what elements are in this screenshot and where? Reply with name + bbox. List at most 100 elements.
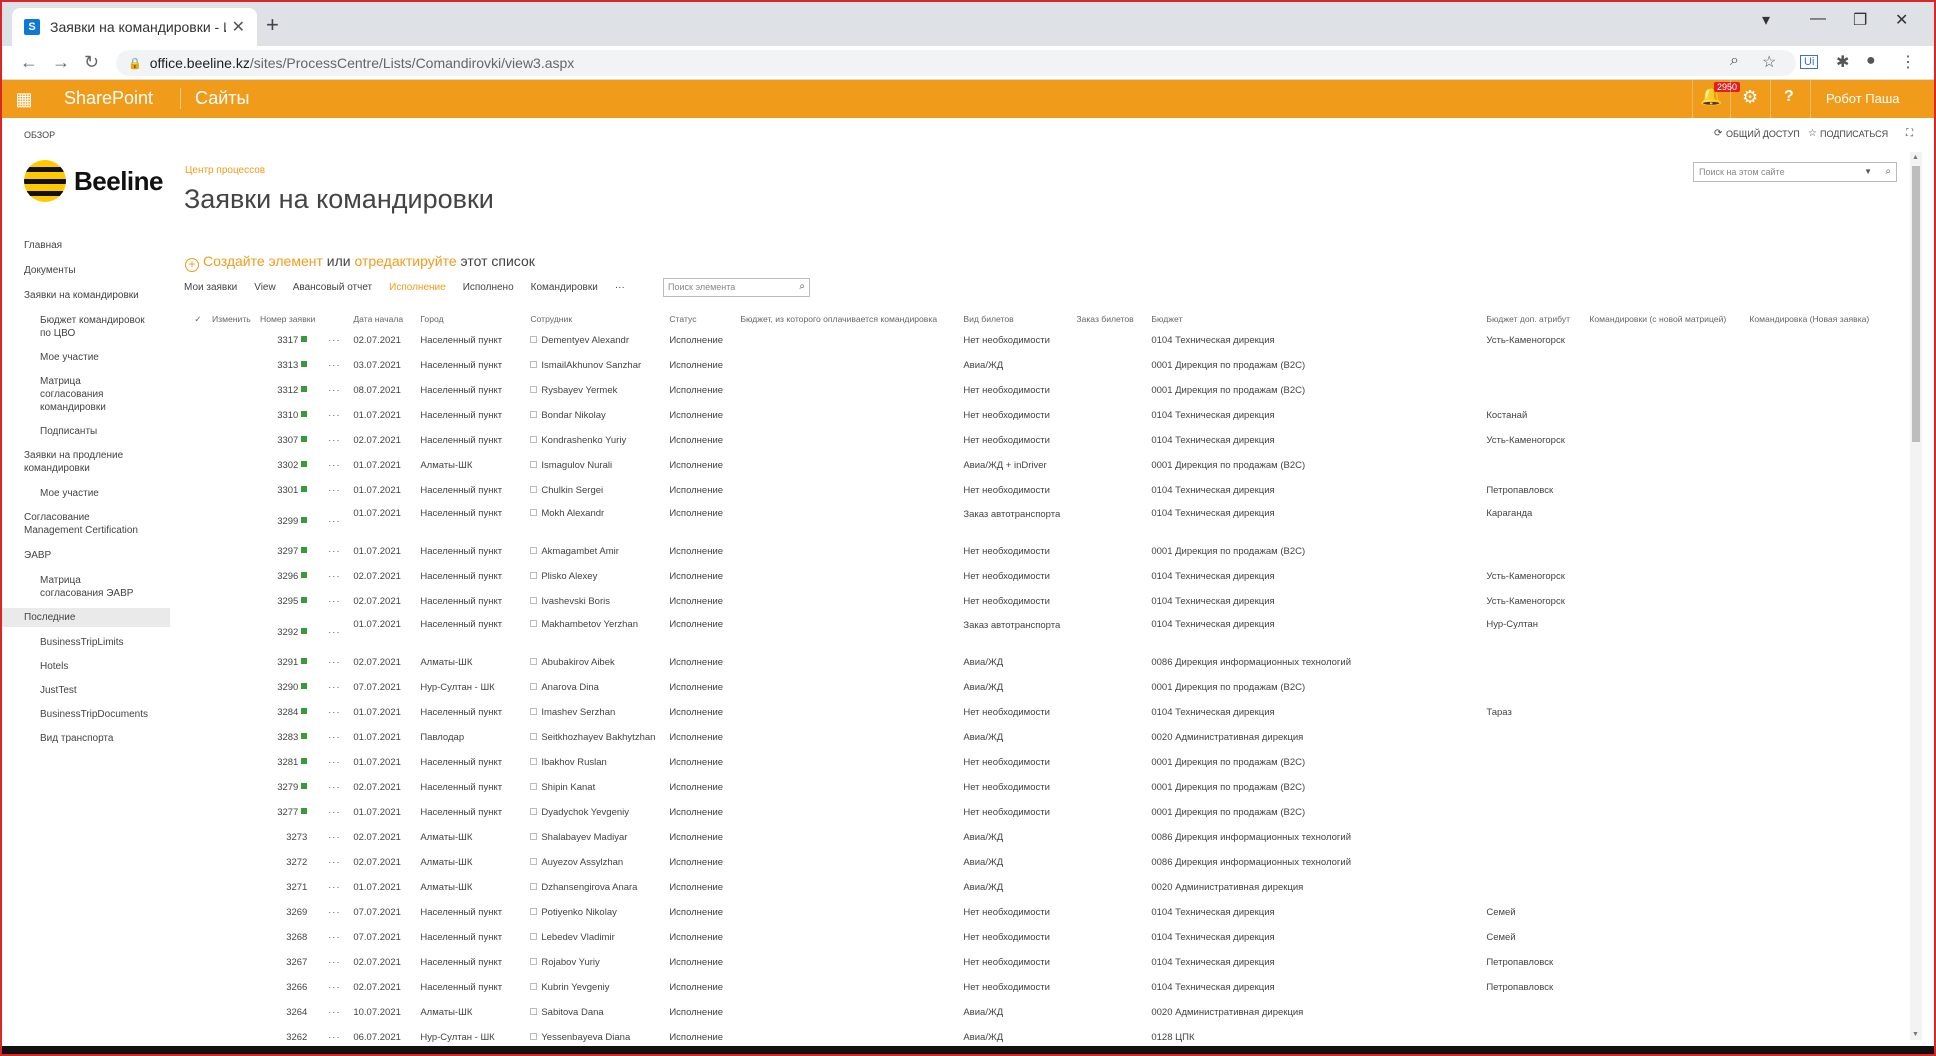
column-header[interactable]: Командировка (Новая заявка) — [1749, 310, 1879, 328]
request-number[interactable]: 3296 — [277, 571, 298, 582]
item-menu-icon[interactable]: ··· — [315, 503, 353, 539]
request-number-cell[interactable]: 3312 — [260, 378, 315, 403]
scroll-up-icon[interactable]: ▲ — [1912, 154, 1919, 161]
item-menu-icon[interactable]: ··· — [315, 539, 353, 564]
browse-tab[interactable]: ОБЗОР — [24, 130, 55, 140]
item-menu-icon[interactable]: ··· — [315, 725, 353, 750]
table-row[interactable]: 3283 ··· 01.07.2021 Павлодар Seitkhozhayev B… — [184, 725, 1879, 750]
employee[interactable]: Shalabayev Madiyar — [541, 832, 627, 843]
row-checkbox[interactable] — [184, 650, 212, 675]
nav-item[interactable]: BusinessTripLimits — [0, 633, 170, 652]
item-search-icon[interactable]: ⌕ — [799, 281, 805, 292]
request-number-cell[interactable]: 3307 — [260, 428, 315, 453]
table-row[interactable]: 3284 ··· 01.07.2021 Населенный пункт Imashev… — [184, 700, 1879, 725]
edit-cell[interactable] — [212, 950, 260, 975]
request-number-cell[interactable]: 3281 — [260, 750, 315, 775]
row-checkbox[interactable] — [184, 353, 212, 378]
edit-cell[interactable] — [212, 614, 260, 650]
table-row[interactable]: 3310 ··· 01.07.2021 Населенный пункт Bondar … — [184, 403, 1879, 428]
employee[interactable]: Shipin Kanat — [541, 782, 595, 793]
employee[interactable]: Dzhansengirova Anara — [541, 882, 637, 893]
item-menu-icon[interactable]: ··· — [315, 589, 353, 614]
request-number[interactable]: 3307 — [277, 435, 298, 446]
row-checkbox[interactable] — [184, 539, 212, 564]
request-number[interactable]: 3313 — [277, 360, 298, 371]
table-row[interactable]: 3292 ··· 01.07.2021 Населенный пункт Makhamb… — [184, 614, 1879, 650]
request-number-cell[interactable]: 3269 — [260, 900, 315, 925]
row-checkbox[interactable] — [184, 614, 212, 650]
column-header[interactable]: Командировки (с новой матрицей) — [1589, 310, 1749, 328]
item-menu-icon[interactable]: ··· — [315, 478, 353, 503]
row-checkbox[interactable] — [184, 564, 212, 589]
employee[interactable]: Sabitova Dana — [541, 1007, 603, 1018]
request-number-cell[interactable]: 3284 — [260, 700, 315, 725]
employee[interactable]: Abubakirov Aibek — [541, 657, 614, 668]
row-checkbox[interactable] — [184, 975, 212, 1000]
column-header[interactable]: Сотрудник — [530, 310, 669, 328]
view-tab[interactable]: Исполнено — [463, 282, 514, 293]
search-icon[interactable]: ⌕ — [1885, 166, 1891, 177]
nav-item[interactable]: JustTest — [0, 681, 170, 700]
user-name[interactable]: Робот Паша — [1826, 91, 1900, 106]
view-tab[interactable]: Авансовый отчет — [293, 282, 372, 293]
column-header[interactable]: Бюджет доп. атрибут — [1486, 310, 1589, 328]
item-menu-icon[interactable]: ··· — [315, 378, 353, 403]
request-number[interactable]: 3279 — [277, 782, 298, 793]
request-number[interactable]: 3284 — [277, 707, 298, 718]
employee[interactable]: Dyadychok Yevgeniy — [541, 807, 629, 818]
request-number[interactable]: 3295 — [277, 596, 298, 607]
nav-item[interactable]: Матрица согласования ЭАВР — [0, 571, 170, 603]
edit-cell[interactable] — [212, 1000, 260, 1025]
browser-menu-icon[interactable]: ⋮ — [1900, 52, 1916, 72]
employee[interactable]: Dementyev Alexandr — [541, 335, 629, 346]
edit-cell[interactable] — [212, 800, 260, 825]
edit-cell[interactable] — [212, 975, 260, 1000]
request-number-cell[interactable]: 3266 — [260, 975, 315, 1000]
item-menu-icon[interactable]: ··· — [315, 1000, 353, 1025]
request-number-cell[interactable]: 3291 — [260, 650, 315, 675]
row-checkbox[interactable] — [184, 750, 212, 775]
column-header[interactable]: Изменить — [212, 310, 260, 328]
row-checkbox[interactable] — [184, 453, 212, 478]
employee[interactable]: Kondrashenko Yuriy — [541, 435, 626, 446]
employee[interactable]: Rysbayev Yermek — [541, 385, 617, 396]
request-number-cell[interactable]: 3268 — [260, 925, 315, 950]
employee[interactable]: Ibakhov Ruslan — [541, 757, 606, 768]
employee[interactable]: Rojabov Yuriy — [541, 957, 599, 968]
share-button[interactable]: ОБЩИЙ ДОСТУП — [1726, 129, 1800, 139]
table-row[interactable]: 3267 ··· 02.07.2021 Населенный пункт Rojabov… — [184, 950, 1879, 975]
table-row[interactable]: 3273 ··· 02.07.2021 Алматы-ШК Shalabayev Mad… — [184, 825, 1879, 850]
item-menu-icon[interactable]: ··· — [315, 700, 353, 725]
edit-cell[interactable] — [212, 503, 260, 539]
item-menu-icon[interactable]: ··· — [315, 950, 353, 975]
table-row[interactable]: 3291 ··· 02.07.2021 Алматы-ШК Abubakirov Aib… — [184, 650, 1879, 675]
item-menu-icon[interactable]: ··· — [315, 428, 353, 453]
request-number-cell[interactable]: 3277 — [260, 800, 315, 825]
profile-menu-icon[interactable]: ▾ — [1762, 10, 1770, 30]
edit-cell[interactable] — [212, 675, 260, 700]
request-number[interactable]: 3271 — [286, 882, 307, 893]
request-number[interactable]: 3301 — [277, 485, 298, 496]
request-number[interactable]: 3267 — [286, 957, 307, 968]
request-number-cell[interactable]: 3313 — [260, 353, 315, 378]
url-field[interactable]: 🔒 office.beeline.kz/sites/ProcessCentre/… — [116, 50, 1796, 76]
add-icon[interactable]: + — [185, 258, 199, 272]
employee[interactable]: Chulkin Sergei — [541, 485, 603, 496]
nav-item[interactable]: Мое участие — [0, 484, 170, 503]
request-number[interactable]: 3272 — [286, 857, 307, 868]
item-menu-icon[interactable]: ··· — [315, 775, 353, 800]
view-tab[interactable]: View — [254, 282, 276, 293]
bookmark-star-icon[interactable]: ☆ — [1762, 52, 1776, 72]
nav-item[interactable]: Hotels — [0, 657, 170, 676]
follow-star-icon[interactable]: ☆ — [1808, 128, 1817, 139]
request-number-cell[interactable]: 3297 — [260, 539, 315, 564]
item-menu-icon[interactable]: ··· — [315, 875, 353, 900]
nav-item[interactable]: Главная — [0, 236, 170, 255]
item-menu-icon[interactable]: ··· — [315, 900, 353, 925]
item-menu-icon[interactable]: ··· — [315, 800, 353, 825]
nav-item[interactable]: BusinessTripDocuments — [0, 705, 170, 724]
edit-cell[interactable] — [212, 775, 260, 800]
row-checkbox[interactable] — [184, 1000, 212, 1025]
request-number-cell[interactable]: 3279 — [260, 775, 315, 800]
edit-cell[interactable] — [212, 925, 260, 950]
